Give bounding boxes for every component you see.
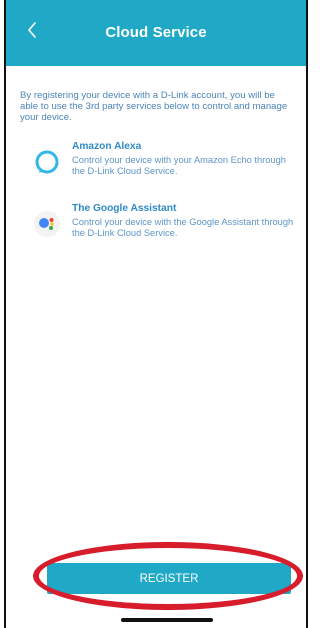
service-description: Control your device with the Google Assi… xyxy=(72,217,294,238)
home-indicator xyxy=(121,618,213,622)
phone-screen: Cloud Service By registering your device… xyxy=(4,0,308,628)
intro-text: By registering your device with a D-Link… xyxy=(20,90,288,123)
service-title: The Google Assistant xyxy=(72,203,177,214)
google-assistant-icon xyxy=(34,211,60,237)
register-button[interactable]: REGISTER xyxy=(47,563,291,594)
service-title: Amazon Alexa xyxy=(72,141,142,152)
page-title: Cloud Service xyxy=(105,24,207,41)
header-bar: Cloud Service xyxy=(6,0,306,66)
service-description: Control your device with your Amazon Ech… xyxy=(72,155,286,176)
alexa-icon xyxy=(34,149,60,175)
